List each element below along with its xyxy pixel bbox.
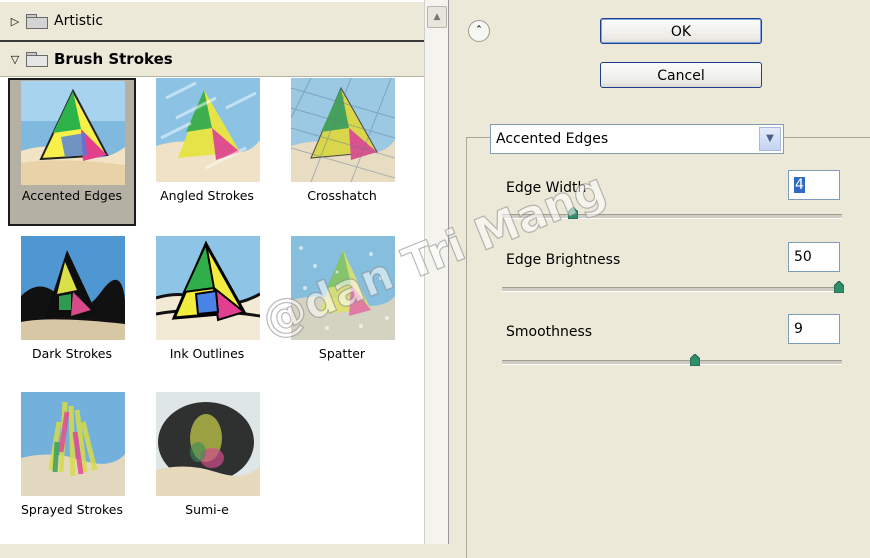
category-label: Brush Strokes [54, 50, 173, 68]
smoothness-slider-track[interactable] [502, 360, 842, 365]
smoothness-input[interactable]: 9 [788, 314, 840, 344]
thumbnail-label: Ink Outlines [169, 346, 245, 361]
filter-gallery: ▷ Artistic ▽ Brush Strokes Accented Edge… [0, 0, 449, 544]
edge-width-slider-track[interactable] [502, 214, 842, 219]
edge-width-value: 4 [794, 177, 805, 193]
smoothness-label: Smoothness [506, 324, 593, 340]
edge-brightness-label: Edge Brightness [506, 252, 621, 268]
cancel-button[interactable]: Cancel [600, 62, 762, 88]
thumbnail-label: Sumi-e [185, 502, 229, 517]
expand-triangle-icon[interactable]: ▷ [4, 15, 26, 28]
smoothness-value: 9 [794, 321, 803, 337]
thumbnail-spatter[interactable]: Spatter [278, 236, 406, 384]
thumbnail-label: Spatter [318, 346, 366, 361]
thumbnail-dark-strokes[interactable]: Dark Strokes [8, 236, 136, 384]
smoothness-slider-thumb[interactable] [690, 354, 700, 366]
thumbnail-angled-strokes[interactable]: Angled Strokes [143, 78, 271, 226]
filter-settings-group [466, 137, 870, 558]
thumbnail-label: Angled Strokes [160, 188, 254, 203]
edge-brightness-slider-track[interactable] [502, 287, 842, 292]
thumbnail-sumi-e[interactable]: Sumi-e [143, 392, 271, 540]
edge-brightness-slider-thumb[interactable] [834, 281, 844, 293]
thumbnail-label: Crosshatch [307, 188, 377, 203]
spatter-preview [291, 236, 395, 340]
dark-strokes-preview [21, 236, 125, 340]
edge-brightness-value: 50 [794, 249, 812, 265]
filter-select-value: Accented Edges [496, 131, 609, 147]
gallery-scrollbar[interactable]: ▲ [424, 0, 448, 544]
thumbnail-label: Sprayed Strokes [20, 502, 123, 517]
chevron-down-icon[interactable]: ▼ [759, 127, 781, 151]
thumbnail-label: Dark Strokes [32, 346, 112, 361]
sprayed-strokes-preview [21, 392, 125, 496]
category-artistic[interactable]: ▷ Artistic [0, 2, 424, 42]
scroll-up-arrow-icon[interactable]: ▲ [427, 6, 447, 28]
thumbnail-accented-edges[interactable]: Accented Edges [8, 78, 136, 226]
edge-width-input[interactable]: 4 [788, 170, 840, 200]
edge-width-label: Edge Width [506, 180, 587, 196]
thumbnail-crosshatch[interactable]: Crosshatch [278, 78, 406, 226]
category-brush-strokes[interactable]: ▽ Brush Strokes [0, 42, 424, 77]
folder-open-icon [26, 52, 48, 67]
collapse-triangle-icon[interactable]: ▽ [4, 53, 26, 66]
folder-closed-icon [26, 14, 48, 29]
edge-brightness-input[interactable]: 50 [788, 242, 840, 272]
crosshatch-preview [291, 78, 395, 182]
filter-select[interactable]: Accented Edges ▼ [490, 124, 784, 154]
angled-strokes-preview [156, 78, 260, 182]
edge-width-slider-thumb[interactable] [568, 207, 578, 219]
thumbnail-ink-outlines[interactable]: Ink Outlines [143, 236, 271, 384]
thumbnail-label: Accented Edges [21, 188, 123, 203]
sumi-e-preview [156, 392, 260, 496]
ink-outlines-preview [156, 236, 260, 340]
thumbnail-sprayed-strokes[interactable]: Sprayed Strokes [8, 392, 136, 540]
accented-edges-preview [21, 81, 125, 185]
collapse-gallery-icon[interactable]: ˆ [468, 20, 490, 42]
ok-button[interactable]: OK [600, 18, 762, 44]
category-label: Artistic [54, 13, 104, 29]
